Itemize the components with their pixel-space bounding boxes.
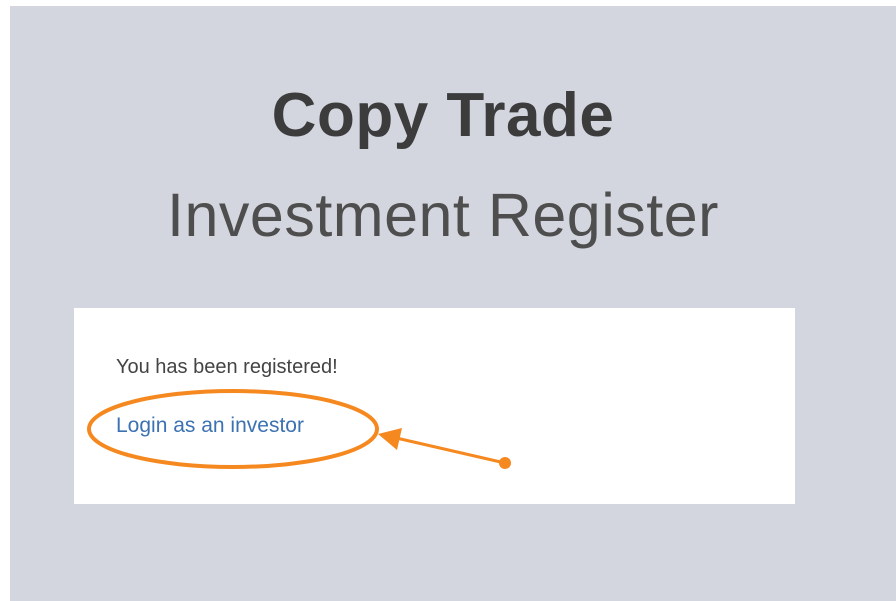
page-background: Copy Trade Investment Register You has b… bbox=[10, 6, 896, 601]
registration-confirmation-card: You has been registered! Login as an inv… bbox=[74, 308, 795, 504]
registration-success-message: You has been registered! bbox=[116, 356, 338, 378]
page-title: Copy Trade bbox=[271, 81, 615, 150]
login-as-investor-link[interactable]: Login as an investor bbox=[116, 414, 304, 438]
page-subtitle: Investment Register bbox=[167, 181, 719, 249]
